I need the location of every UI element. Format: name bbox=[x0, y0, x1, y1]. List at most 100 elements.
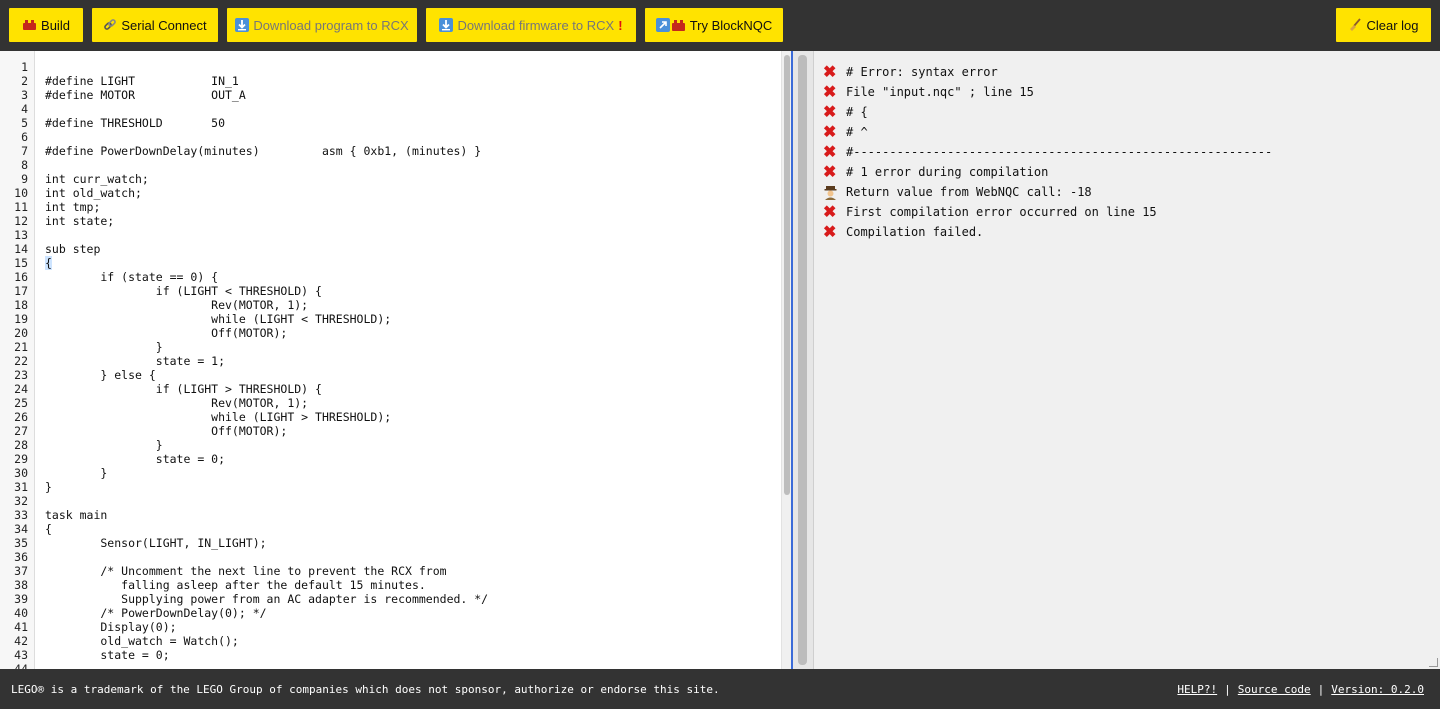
broom-icon bbox=[1348, 18, 1362, 32]
code-line[interactable]: while (LIGHT > THRESHOLD); bbox=[45, 410, 773, 424]
code-line[interactable]: int old_watch; bbox=[45, 186, 773, 200]
line-number: 42 bbox=[14, 634, 28, 648]
line-number: 29 bbox=[14, 452, 28, 466]
code-line[interactable]: { bbox=[45, 256, 773, 270]
code-line[interactable] bbox=[45, 550, 773, 564]
log-entry: ✖ # ^ bbox=[823, 122, 1272, 142]
code-line[interactable]: state = 0; bbox=[45, 648, 773, 662]
code-line[interactable]: state = 1; bbox=[45, 354, 773, 368]
code-line[interactable]: /* PowerDownDelay(0); */ bbox=[45, 606, 773, 620]
line-number: 25 bbox=[14, 396, 28, 410]
try-blocknqc-button[interactable]: Try BlockNQC bbox=[645, 8, 783, 42]
clear-log-button[interactable]: Clear log bbox=[1336, 8, 1431, 42]
code-line[interactable]: old_watch = Watch(); bbox=[45, 634, 773, 648]
line-number: 3 bbox=[21, 88, 28, 102]
code-line[interactable]: } bbox=[45, 480, 773, 494]
log-text: Return value from WebNQC call: -18 bbox=[846, 185, 1092, 199]
code-line[interactable]: Supplying power from an AC adapter is re… bbox=[45, 592, 773, 606]
download-firmware-button[interactable]: Download firmware to RCX ! bbox=[426, 8, 636, 42]
error-icon: ✖ bbox=[823, 64, 837, 81]
code-line[interactable]: /* Uncomment the next line to prevent th… bbox=[45, 564, 773, 578]
code-line[interactable]: sub step bbox=[45, 242, 773, 256]
link-icon bbox=[103, 18, 117, 32]
code-line[interactable]: } else { bbox=[45, 368, 773, 382]
code-line[interactable] bbox=[45, 130, 773, 144]
code-line[interactable] bbox=[45, 494, 773, 508]
line-number: 17 bbox=[14, 284, 28, 298]
code-line[interactable]: task main bbox=[45, 508, 773, 522]
line-number: 32 bbox=[14, 494, 28, 508]
error-icon: ✖ bbox=[823, 224, 837, 241]
code-line[interactable]: { bbox=[45, 522, 773, 536]
code-line[interactable]: falling asleep after the default 15 minu… bbox=[45, 578, 773, 592]
clear-log-label: Clear log bbox=[1366, 17, 1419, 33]
code-line[interactable]: int tmp; bbox=[45, 200, 773, 214]
log-entry: ✖ # Error: syntax error bbox=[823, 62, 1272, 82]
download-program-button[interactable]: Download program to RCX bbox=[227, 8, 417, 42]
error-icon: ✖ bbox=[823, 124, 837, 141]
code-line[interactable]: Display(0); bbox=[45, 620, 773, 634]
pane-scrollbar-thumb[interactable] bbox=[798, 55, 807, 665]
code-line[interactable] bbox=[45, 228, 773, 242]
footer: LEGO® is a trademark of the LEGO Group o… bbox=[0, 669, 1440, 709]
line-number: 15 bbox=[14, 256, 28, 270]
code-line[interactable]: if (state == 0) { bbox=[45, 270, 773, 284]
build-button[interactable]: Build bbox=[9, 8, 83, 42]
code-line[interactable]: } bbox=[45, 438, 773, 452]
external-link-icon bbox=[655, 18, 686, 32]
code-line[interactable]: Rev(MOTOR, 1); bbox=[45, 298, 773, 312]
toolbar: Build Serial Connect Download program to… bbox=[0, 0, 1440, 51]
code-line[interactable]: #define LIGHT IN_1 bbox=[45, 74, 773, 88]
footer-separator: | bbox=[1317, 683, 1325, 696]
output-log: ✖ # Error: syntax error ✖ File "input.nqc" … bbox=[813, 51, 1440, 669]
code-line[interactable]: #define THRESHOLD 50 bbox=[45, 116, 773, 130]
editor-scrollbar-thumb[interactable] bbox=[784, 55, 790, 495]
code-line[interactable]: if (LIGHT < THRESHOLD) { bbox=[45, 284, 773, 298]
serial-connect-label: Serial Connect bbox=[121, 17, 207, 33]
pane-scrollbar[interactable] bbox=[793, 51, 813, 669]
line-number: 19 bbox=[14, 312, 28, 326]
code-line[interactable]: int state; bbox=[45, 214, 773, 228]
line-number: 33 bbox=[14, 508, 28, 522]
error-icon: ✖ bbox=[823, 84, 837, 101]
line-number: 31 bbox=[14, 480, 28, 494]
code-line[interactable]: while (LIGHT < THRESHOLD); bbox=[45, 312, 773, 326]
log-text: # { bbox=[846, 105, 868, 119]
code-text[interactable]: #define LIGHT IN_1 #define MOTOR OUT_A #de… bbox=[45, 60, 773, 669]
version-link[interactable]: Version: 0.2.0 bbox=[1331, 683, 1424, 696]
code-line[interactable] bbox=[45, 60, 773, 74]
download-program-label: Download program to RCX bbox=[253, 17, 409, 33]
code-line[interactable] bbox=[45, 158, 773, 172]
line-number: 44 bbox=[14, 662, 28, 669]
code-line[interactable]: Off(MOTOR); bbox=[45, 326, 773, 340]
serial-connect-button[interactable]: Serial Connect bbox=[92, 8, 218, 42]
log-text: # 1 error during compilation bbox=[846, 165, 1049, 179]
line-number: 21 bbox=[14, 340, 28, 354]
code-line[interactable]: #define PowerDownDelay(minutes) asm { 0x… bbox=[45, 144, 773, 158]
line-number: 16 bbox=[14, 270, 28, 284]
code-line[interactable]: if (LIGHT > THRESHOLD) { bbox=[45, 382, 773, 396]
code-line[interactable] bbox=[45, 102, 773, 116]
error-icon: ✖ bbox=[823, 144, 837, 161]
code-line[interactable]: Off(MOTOR); bbox=[45, 424, 773, 438]
code-line[interactable]: Rev(MOTOR, 1); bbox=[45, 396, 773, 410]
selected-text[interactable]: { bbox=[45, 256, 52, 270]
help-link[interactable]: HELP?! bbox=[1177, 683, 1217, 696]
source-code-link[interactable]: Source code bbox=[1238, 683, 1311, 696]
code-line[interactable]: } bbox=[45, 466, 773, 480]
line-number: 26 bbox=[14, 410, 28, 424]
resize-grip-icon[interactable] bbox=[1429, 658, 1438, 667]
line-number: 1 bbox=[21, 60, 28, 74]
code-editor[interactable]: 1 2 3 4 5 6 7 8 9 10 11 12 13 14 15 16 17 18 19 20 21 22 23 24 2… bbox=[0, 51, 793, 669]
detective-icon bbox=[823, 185, 846, 200]
log-entry: ✖ # { bbox=[823, 102, 1272, 122]
line-number: 28 bbox=[14, 438, 28, 452]
code-line[interactable]: state = 0; bbox=[45, 452, 773, 466]
code-line[interactable] bbox=[45, 662, 773, 669]
code-line[interactable]: } bbox=[45, 340, 773, 354]
code-line[interactable]: #define MOTOR OUT_A bbox=[45, 88, 773, 102]
line-number: 8 bbox=[21, 158, 28, 172]
code-line[interactable]: Sensor(LIGHT, IN_LIGHT); bbox=[45, 536, 773, 550]
code-line[interactable]: int curr_watch; bbox=[45, 172, 773, 186]
download-icon bbox=[235, 18, 250, 32]
